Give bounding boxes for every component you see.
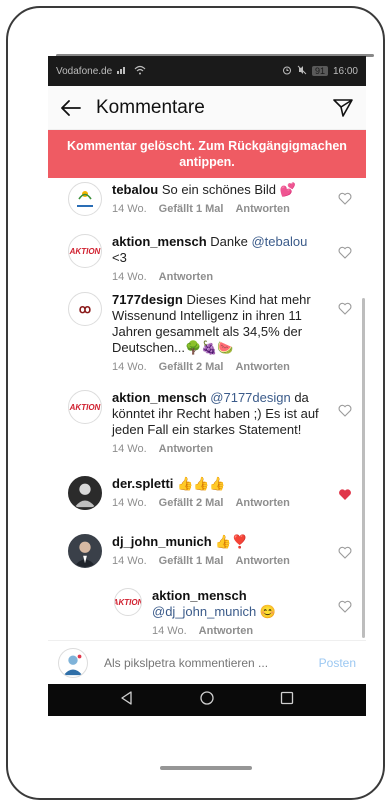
status-bar: Vodafone.de 91 16:00	[48, 56, 366, 86]
comment-likes[interactable]: Gefällt 2 Mal	[159, 497, 224, 509]
comment-text: 👍❣️	[215, 534, 248, 549]
avatar[interactable]: AKTION	[68, 390, 102, 424]
avatar[interactable]: AKTION	[68, 234, 102, 268]
comment-username[interactable]: aktion_mensch	[112, 390, 207, 405]
comment-text: 😊	[256, 604, 277, 619]
reply-button[interactable]: Antworten	[235, 555, 289, 567]
comment-mention[interactable]: @7177design	[210, 390, 290, 405]
comment-item: tebalou So ein schönes Bild 💕 14 Wo. Gef…	[48, 182, 366, 216]
avatar-logo: AKTION	[69, 402, 101, 412]
avatar-logo: AKTION	[114, 597, 142, 607]
reply-button[interactable]: Antworten	[199, 625, 253, 637]
battery-indicator: 91	[311, 66, 328, 76]
nav-recents-icon[interactable]	[280, 691, 294, 710]
reply-button[interactable]: Antworten	[235, 203, 289, 215]
post-button[interactable]: Posten	[319, 656, 356, 670]
clock: 16:00	[332, 65, 358, 77]
comment-time: 14 Wo.	[152, 625, 187, 637]
avatar-logo: AKTION	[69, 246, 101, 256]
avatar[interactable]	[68, 534, 102, 568]
comment-input[interactable]	[104, 655, 319, 670]
comment-text-tail: <3	[112, 250, 127, 265]
page-title: Kommentare	[96, 96, 205, 118]
comment-text: Danke	[210, 234, 252, 249]
phone-screen: Vodafone.de 91 16:00 Kommentare Kommenta…	[48, 56, 366, 716]
comment-item: AKTION aktion_mensch Danke @tebalou <3 1…	[48, 234, 366, 283]
comment-item: AKTION aktion_mensch @7177design da könn…	[48, 390, 366, 455]
app-header: Kommentare	[48, 86, 366, 130]
comment-item: der.spletti 👍👍👍 14 Wo. Gefällt 2 Mal Ant…	[48, 476, 366, 510]
heart-icon[interactable]	[338, 546, 352, 560]
comment-list: tebalou So ein schönes Bild 💕 14 Wo. Gef…	[48, 178, 366, 640]
reply-button[interactable]: Antworten	[159, 271, 213, 283]
comment-text: 👍👍👍	[177, 476, 226, 491]
heart-icon[interactable]	[338, 404, 352, 418]
comment-username[interactable]: tebalou	[112, 182, 158, 197]
frame-edge-bottom	[160, 766, 252, 770]
reply-button[interactable]: Antworten	[159, 443, 213, 455]
comment-time: 14 Wo.	[112, 497, 147, 509]
comment-mention[interactable]: @dj_john_munich	[152, 604, 256, 619]
comment-time: 14 Wo.	[112, 203, 147, 215]
system-nav-bar	[48, 684, 366, 716]
comment-time: 14 Wo.	[112, 361, 147, 373]
comment-username[interactable]: dj_john_munich	[112, 534, 212, 549]
comment-mention[interactable]: @tebalou	[251, 234, 307, 249]
comment-username[interactable]: aktion_mensch	[152, 588, 247, 603]
nav-back-icon[interactable]	[120, 690, 134, 710]
nav-home-icon[interactable]	[199, 690, 215, 711]
mute-icon	[297, 65, 307, 78]
heart-liked-icon[interactable]	[338, 488, 352, 502]
reply-comment-item: AKTION aktion_mensch @dj_john_munich 😊 1…	[48, 588, 366, 637]
comment-likes[interactable]: Gefällt 1 Mal	[159, 555, 224, 567]
alarm-icon	[282, 65, 292, 78]
comment-time: 14 Wo.	[112, 271, 147, 283]
avatar[interactable]	[68, 476, 102, 510]
signal-icon	[117, 65, 129, 77]
heart-icon[interactable]	[338, 246, 352, 260]
comment-username[interactable]: aktion_mensch	[112, 234, 207, 249]
heart-icon[interactable]	[338, 192, 352, 206]
avatar-logo: ꝏ	[78, 302, 92, 316]
comment-item: ꝏ 7177design Dieses Kind hat mehr Wissen…	[48, 292, 366, 373]
heart-icon[interactable]	[338, 600, 352, 614]
undo-delete-banner[interactable]: Kommentar gelöscht. Zum Rückgängigmachen…	[48, 130, 366, 178]
comment-likes[interactable]: Gefällt 2 Mal	[159, 361, 224, 373]
comment-time: 14 Wo.	[112, 443, 147, 455]
carrier-label: Vodafone.de	[56, 65, 113, 77]
direct-send-icon[interactable]	[328, 93, 358, 123]
comment-item: dj_john_munich 👍❣️ 14 Wo. Gefällt 1 Mal …	[48, 534, 366, 568]
avatar[interactable]: AKTION	[114, 588, 142, 616]
reply-button[interactable]: Antworten	[235, 497, 289, 509]
heart-icon[interactable]	[338, 302, 352, 316]
reply-button[interactable]: Antworten	[235, 361, 289, 373]
comment-likes[interactable]: Gefällt 1 Mal	[159, 203, 224, 215]
avatar[interactable]: ꝏ	[68, 292, 102, 326]
avatar[interactable]	[68, 182, 102, 216]
wifi-icon	[134, 65, 146, 78]
comment-text: So ein schönes Bild 💕	[161, 182, 296, 197]
my-avatar[interactable]	[58, 647, 88, 678]
comment-time: 14 Wo.	[112, 555, 147, 567]
comment-username[interactable]: der.spletti	[112, 476, 173, 491]
comment-composer: Posten	[48, 640, 366, 684]
back-arrow-icon[interactable]	[56, 93, 86, 123]
comment-username[interactable]: 7177design	[112, 292, 183, 307]
